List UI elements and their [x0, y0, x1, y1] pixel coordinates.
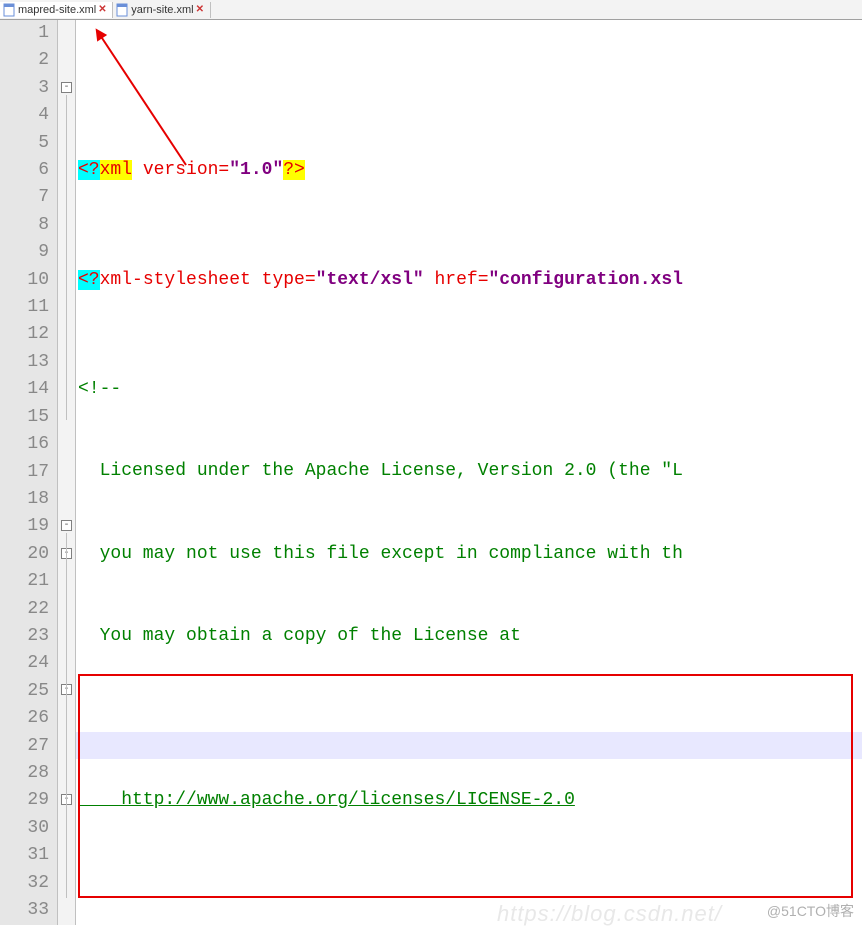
line-number-gutter: 1234567891011121314151617181920212223242… — [0, 20, 58, 925]
code-line[interactable]: <?xml-stylesheet type="text/xsl" href="c… — [76, 267, 862, 294]
tab-bar: mapred-site.xml ✕ yarn-site.xml ✕ — [0, 0, 862, 20]
code-line[interactable]: you may not use this file except in comp… — [76, 541, 862, 568]
code-line[interactable]: You may obtain a copy of the License at — [76, 623, 862, 650]
code-line[interactable] — [76, 869, 862, 896]
tab-yarn-site[interactable]: yarn-site.xml ✕ — [113, 2, 210, 18]
tab-label: yarn-site.xml — [131, 4, 193, 16]
code-line[interactable]: <!-- — [76, 376, 862, 403]
code-area[interactable]: <?xml version="1.0"?> <?xml-stylesheet t… — [76, 20, 862, 925]
watermark: @51CTO博客 — [767, 901, 854, 921]
code-line[interactable] — [76, 705, 862, 732]
close-icon[interactable]: ✕ — [196, 5, 206, 15]
code-line[interactable]: <?xml version="1.0"?> — [76, 157, 862, 184]
current-line-highlight — [76, 732, 862, 759]
watermark-url: https://blog.csdn.net/ — [497, 901, 722, 927]
code-line[interactable]: Licensed under the Apache License, Versi… — [76, 458, 862, 485]
file-icon — [2, 3, 16, 17]
tab-label: mapred-site.xml — [18, 4, 96, 16]
close-icon[interactable]: ✕ — [98, 5, 108, 15]
code-line[interactable]: http://www.apache.org/licenses/LICENSE-2… — [76, 787, 862, 814]
editor[interactable]: 1234567891011121314151617181920212223242… — [0, 20, 862, 925]
fold-toggle[interactable]: - — [61, 82, 72, 93]
tab-mapred-site[interactable]: mapred-site.xml ✕ — [0, 2, 113, 18]
fold-toggle[interactable]: - — [61, 520, 72, 531]
file-icon — [115, 3, 129, 17]
fold-column: - - - - - — [58, 20, 76, 925]
